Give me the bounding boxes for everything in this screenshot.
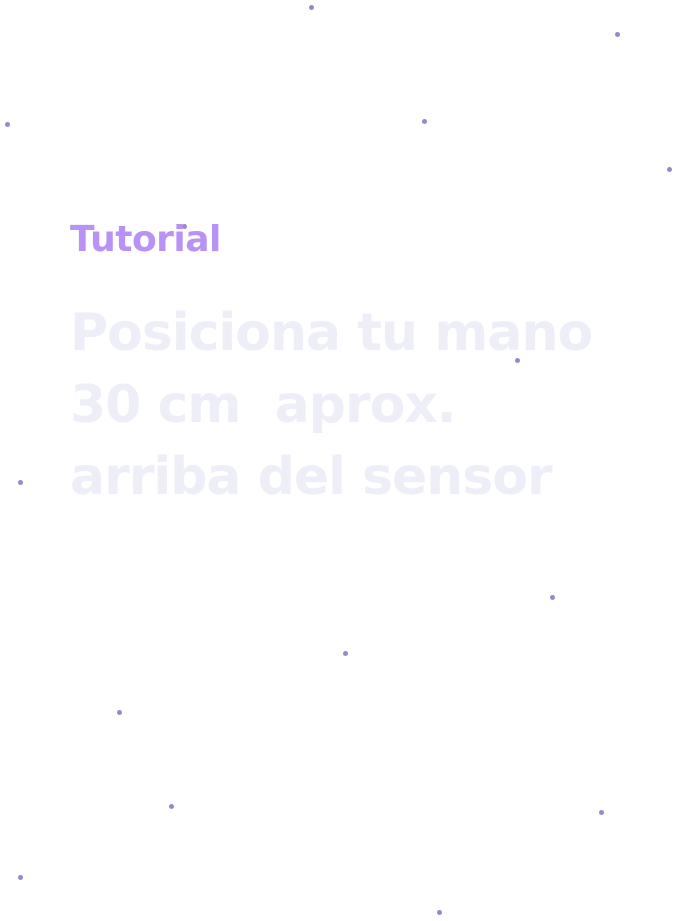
- star-dot: [422, 119, 427, 124]
- star-dot: [117, 710, 122, 715]
- star-dot: [5, 122, 10, 127]
- instruction-line: Posiciona tu mano: [70, 303, 593, 363]
- star-dot: [18, 875, 23, 880]
- tutorial-panel: Tutorial Posiciona tu mano 30 cm aprox. …: [70, 222, 630, 513]
- star-dot: [343, 651, 348, 656]
- star-dot: [18, 480, 23, 485]
- star-dot: [615, 32, 620, 37]
- instruction-line: arriba del sensor: [70, 447, 553, 507]
- star-dot: [599, 810, 604, 815]
- star-dot: [309, 5, 314, 10]
- instruction-heading: Posiciona tu mano 30 cm aprox. arriba de…: [70, 297, 630, 513]
- star-dot: [437, 910, 442, 915]
- star-dot: [667, 167, 672, 172]
- star-dot: [550, 595, 555, 600]
- tutorial-label: Tutorial: [70, 219, 221, 260]
- instruction-line: 30 cm aprox.: [70, 375, 457, 435]
- star-dot: [169, 804, 174, 809]
